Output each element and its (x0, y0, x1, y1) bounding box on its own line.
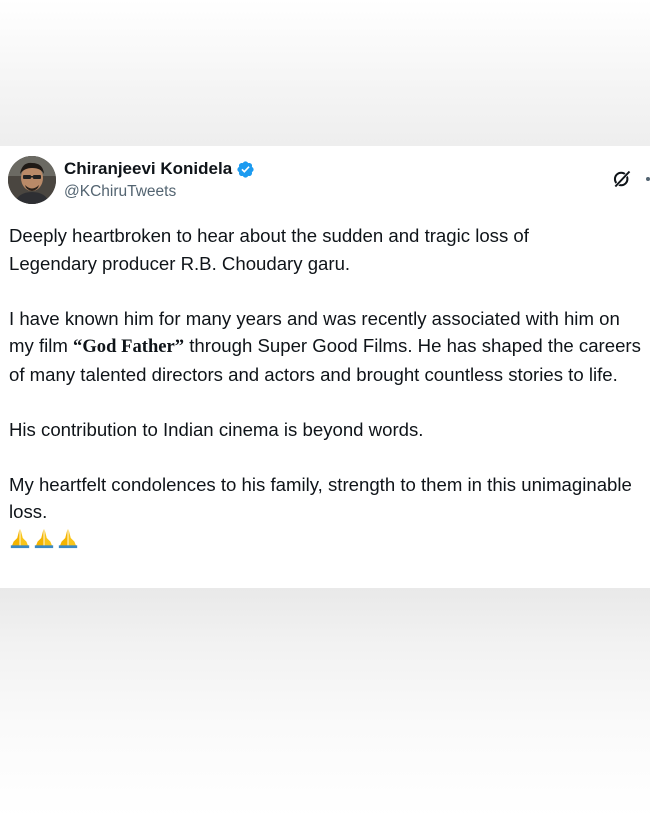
blurred-background-bottom (0, 588, 650, 818)
film-title: “God Father” (73, 336, 185, 357)
tweet-header: Chiranjeevi Konidela @KChiruTweets (8, 156, 650, 206)
grok-icon[interactable] (612, 169, 632, 189)
blurred-background-top (0, 0, 650, 146)
paragraph-4: My heartfelt condolences to his family, … (9, 473, 632, 523)
paragraph-1-line-1: Deeply heartbroken to hear about the sud… (9, 225, 529, 246)
avatar[interactable] (8, 156, 56, 204)
folded-hands-emoji (10, 528, 30, 548)
emoji-row (9, 527, 649, 549)
paragraph-1: Deeply heartbroken to hear about the sud… (9, 222, 649, 277)
avatar-image (8, 156, 56, 204)
folded-hands-emoji (34, 528, 54, 548)
verified-badge-icon (237, 160, 254, 178)
folded-hands-emoji (58, 528, 78, 548)
paragraph-1-line-2: Legendary producer R.B. Choudary garu. (9, 252, 351, 274)
display-name[interactable]: Chiranjeevi Konidela (64, 159, 232, 179)
tweet-card: Chiranjeevi Konidela @KChiruTweets Deepl… (0, 146, 650, 588)
more-icon[interactable] (646, 177, 650, 181)
author-handle[interactable]: @KChiruTweets (64, 183, 255, 201)
paragraph-3: His contribution to Indian cinema is bey… (9, 418, 424, 440)
tweet-text: Deeply heartbroken to hear about the sud… (9, 222, 649, 549)
paragraph-2: I have known him for many years and was … (9, 305, 649, 389)
author-info: Chiranjeevi Konidela @KChiruTweets (64, 158, 255, 201)
